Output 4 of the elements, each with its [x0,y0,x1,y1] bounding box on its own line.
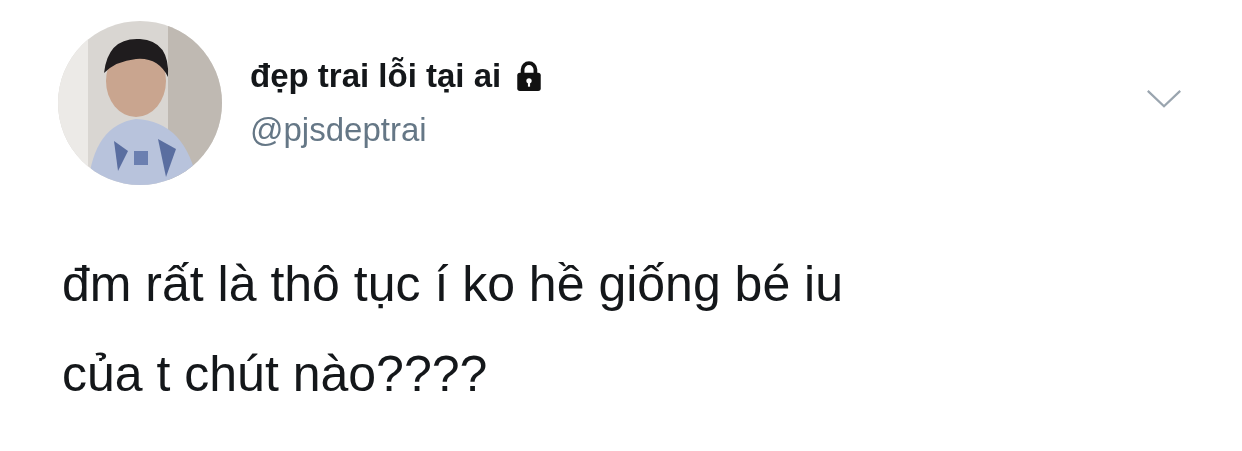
chevron-down-icon[interactable] [1146,89,1182,109]
tweet-text: đm rất là thô tục í ko hề giống bé iu của t chút nào???? [62,255,845,404]
user-name[interactable]: đẹp trai lỗi tại ai [250,53,502,99]
user-handle[interactable]: @pjsdeptrai [250,107,1146,153]
